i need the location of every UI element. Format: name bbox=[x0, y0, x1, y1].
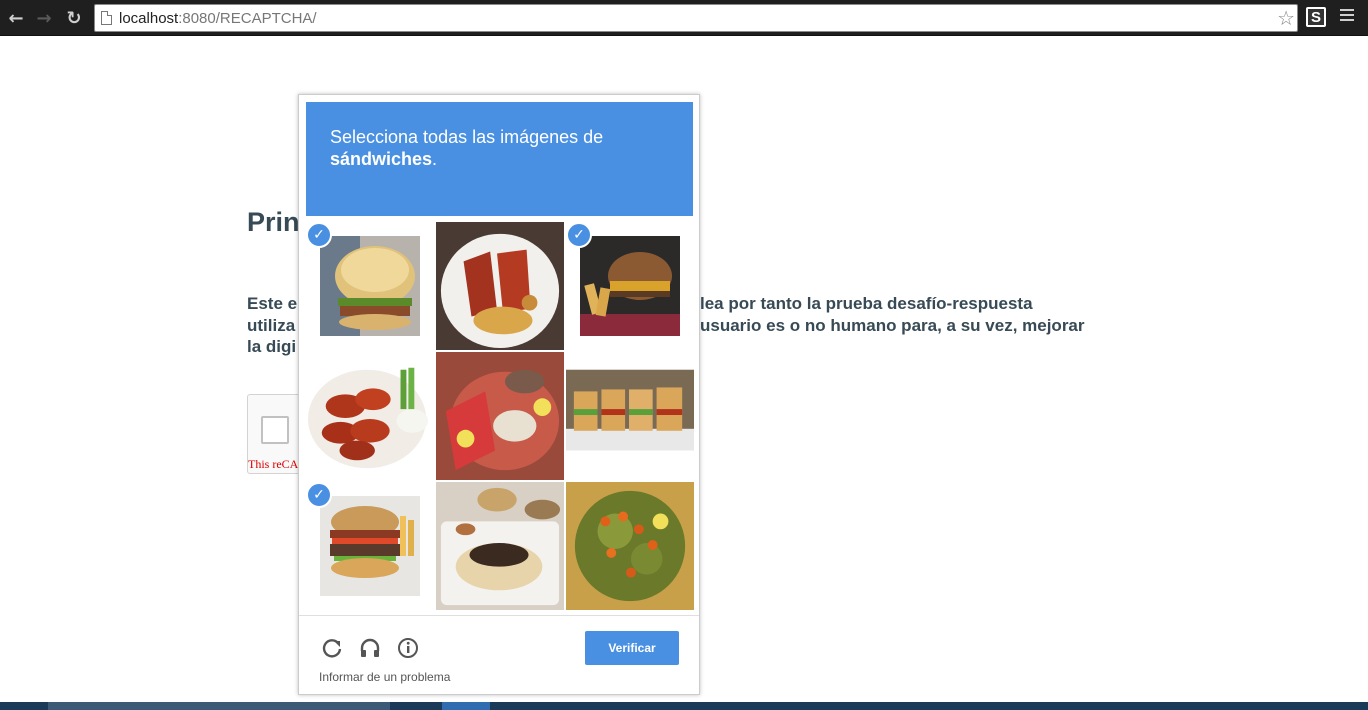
paragraph-line-right: usuario es o no humano para, a su vez, m… bbox=[700, 316, 1085, 335]
image-tile-bacon-burger[interactable]: ✓ bbox=[305, 481, 435, 611]
verify-button[interactable]: Verificar bbox=[585, 631, 679, 665]
salad-image bbox=[566, 482, 694, 610]
paragraph-line-left: la digi bbox=[247, 337, 297, 356]
paragraph-line-left: utiliza bbox=[247, 316, 296, 335]
back-icon[interactable]: ← bbox=[4, 6, 28, 30]
footer-controls bbox=[319, 635, 421, 661]
image-grid: ✓ ✓ ✓ bbox=[305, 221, 695, 611]
image-tile-rice-plate[interactable] bbox=[435, 481, 565, 611]
burger-image bbox=[320, 236, 420, 336]
info-icon[interactable] bbox=[395, 635, 421, 661]
address-bar[interactable]: localhost:8080/RECAPTCHA/ ☆ bbox=[94, 4, 1298, 32]
paragraph-line-right: lea por tanto la prueba desafío-respuest… bbox=[700, 294, 1033, 313]
seafood-platter-image bbox=[436, 352, 564, 480]
chicken-wings-image bbox=[306, 352, 434, 480]
report-problem-link[interactable]: Informar de un problema bbox=[319, 670, 450, 684]
taskbar bbox=[0, 702, 1368, 710]
ribs-plate-image bbox=[436, 222, 564, 350]
image-tile-ribs-plate[interactable] bbox=[435, 221, 565, 351]
checkmark-icon: ✓ bbox=[306, 482, 332, 508]
checkmark-icon: ✓ bbox=[306, 222, 332, 248]
checkmark-icon: ✓ bbox=[566, 222, 592, 248]
image-tile-burger[interactable]: ✓ bbox=[305, 221, 435, 351]
image-tile-seafood-platter[interactable] bbox=[435, 351, 565, 481]
extension-icon[interactable]: S bbox=[1306, 7, 1326, 27]
menu-icon[interactable] bbox=[1340, 9, 1354, 25]
bacon-burger-image bbox=[320, 496, 420, 596]
reload-challenge-icon[interactable] bbox=[319, 635, 345, 661]
image-tile-burger-fries[interactable]: ✓ bbox=[565, 221, 695, 351]
challenge-target-suffix: . bbox=[432, 149, 438, 169]
challenge-target: sándwiches bbox=[330, 149, 433, 169]
challenge-header: Selecciona todas las imágenes de sándwic… bbox=[306, 102, 693, 216]
headphones-icon[interactable] bbox=[357, 635, 383, 661]
recaptcha-checkbox[interactable] bbox=[261, 416, 289, 444]
rice-plate-image bbox=[436, 482, 564, 610]
footer-divider bbox=[299, 615, 699, 616]
widget-note: This reCA bbox=[248, 457, 299, 471]
browser-toolbar: ← → ↻ localhost:8080/RECAPTCHA/ ☆ S bbox=[0, 0, 1368, 36]
image-tile-chicken-wings[interactable] bbox=[305, 351, 435, 481]
taskbar-item[interactable] bbox=[442, 702, 490, 710]
burger-fries-image bbox=[580, 236, 680, 336]
url-text[interactable]: localhost:8080/RECAPTCHA/ bbox=[119, 10, 317, 27]
sliders-image bbox=[566, 352, 694, 480]
paragraph-line-left: Este e bbox=[247, 294, 298, 313]
bookmark-star-icon[interactable]: ☆ bbox=[1277, 6, 1295, 30]
challenge-instruction: Selecciona todas las imágenes de bbox=[330, 127, 604, 147]
page-heading: Prin bbox=[247, 207, 300, 237]
reload-icon[interactable]: ↻ bbox=[62, 6, 86, 30]
captcha-challenge: Selecciona todas las imágenes de sándwic… bbox=[298, 94, 700, 695]
forward-icon[interactable]: → bbox=[32, 6, 56, 30]
image-tile-sliders[interactable] bbox=[565, 351, 695, 481]
image-tile-salad[interactable] bbox=[565, 481, 695, 611]
page-icon bbox=[101, 11, 112, 25]
taskbar-item[interactable] bbox=[48, 702, 390, 710]
